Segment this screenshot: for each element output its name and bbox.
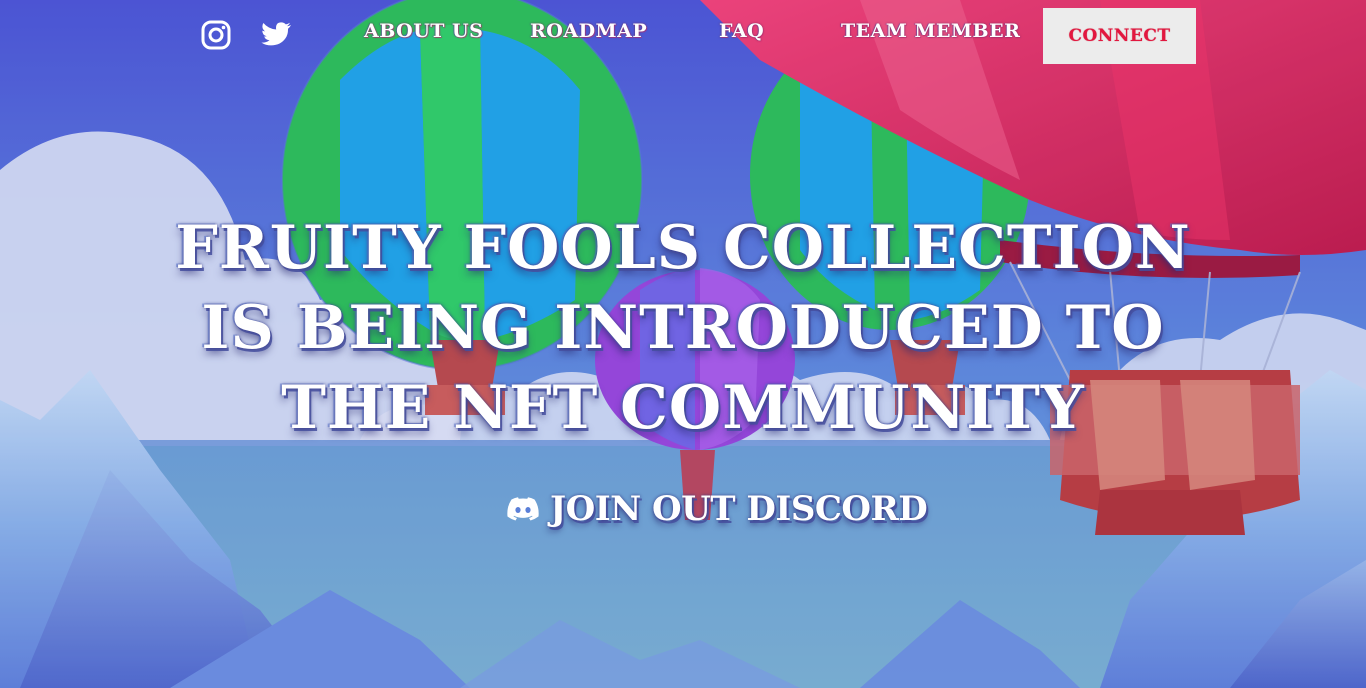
- nav-link-faq[interactable]: FAQ: [719, 20, 764, 42]
- connect-button[interactable]: CONNECT: [1043, 8, 1196, 64]
- nav-link-team-member[interactable]: TEAM MEMBER: [841, 20, 1020, 42]
- hero-title: FRUITY FOOLS COLLECTION IS BEING INTRODU…: [175, 213, 1191, 443]
- join-discord-link[interactable]: JOIN OUT DISCORD: [506, 486, 928, 532]
- twitter-link[interactable]: [259, 18, 293, 52]
- twitter-icon: [261, 22, 291, 46]
- discord-icon: [507, 497, 539, 521]
- instagram-link[interactable]: [199, 18, 233, 52]
- nav-link-roadmap[interactable]: ROADMAP: [530, 20, 647, 42]
- top-navigation: ABOUT US ROADMAP FAQ TEAM MEMBER CONNECT: [0, 0, 1366, 72]
- nav-link-about-us[interactable]: ABOUT US: [364, 20, 483, 42]
- instagram-icon: [201, 20, 231, 50]
- discord-label: JOIN OUT DISCORD: [550, 489, 928, 529]
